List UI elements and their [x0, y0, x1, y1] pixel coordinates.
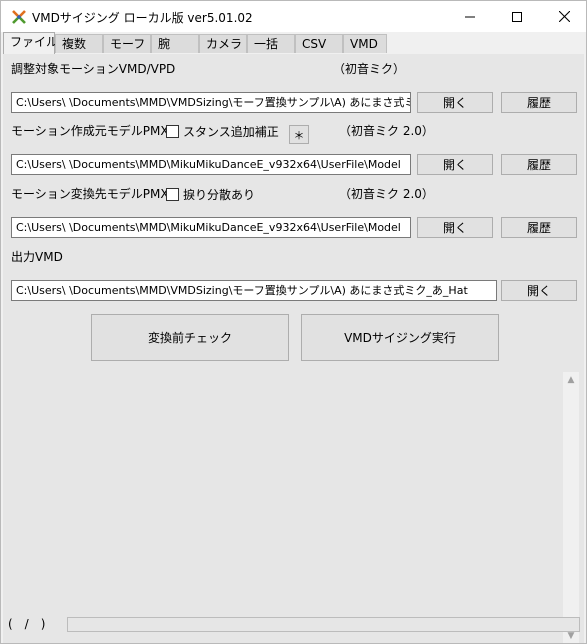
- target-model-name: （初音ミク 2.0）: [339, 187, 434, 201]
- minimize-icon: [465, 16, 475, 17]
- target-pmx-label: モーション変換先モデルPMX: [11, 187, 169, 201]
- motion-history-button[interactable]: 履歴: [501, 92, 577, 113]
- tab-morph[interactable]: モーフ: [103, 34, 151, 53]
- tab-bar: ファイル 複数 モーフ 腕 カメラ 一括 CSV VMD: [1, 32, 586, 54]
- motion-vmd-path-input[interactable]: C:\Users\ \Documents\MMD\VMDSizing\モーフ置換…: [11, 92, 411, 113]
- output-vmd-label: 出力VMD: [11, 250, 63, 264]
- motion-open-button[interactable]: 開く: [417, 92, 493, 113]
- tab-arm[interactable]: 腕: [151, 34, 199, 53]
- run-sizing-button[interactable]: VMDサイジング実行: [301, 314, 499, 361]
- tab-vmd[interactable]: VMD: [343, 34, 387, 53]
- output-open-button[interactable]: 開く: [501, 280, 577, 301]
- tab-camera[interactable]: カメラ: [199, 34, 247, 53]
- target-open-button[interactable]: 開く: [417, 217, 493, 238]
- source-pmx-label: モーション作成元モデルPMX: [11, 124, 169, 138]
- tab-bulk[interactable]: 一括: [247, 34, 295, 53]
- source-pmx-path-input[interactable]: C:\Users\ \Documents\MMD\MikuMikuDanceE_…: [11, 154, 411, 175]
- target-history-button[interactable]: 履歴: [501, 217, 577, 238]
- title-bar[interactable]: VMDサイジング ローカル版 ver5.01.02: [1, 1, 586, 32]
- tab-csv[interactable]: CSV: [295, 34, 343, 53]
- window-title: VMDサイジング ローカル版 ver5.01.02: [32, 11, 253, 25]
- stance-correction-label: スタンス追加補正: [183, 125, 279, 139]
- output-vmd-path-input[interactable]: C:\Users\ \Documents\MMD\VMDSizing\モーフ置換…: [11, 280, 497, 301]
- tab-multiple[interactable]: 複数: [55, 34, 103, 53]
- app-window: VMDサイジング ローカル版 ver5.01.02 ファイル 複数 モーフ 腕 …: [0, 0, 587, 644]
- motion-model-name: （初音ミク）: [333, 62, 406, 76]
- log-vertical-scrollbar[interactable]: ▲ ▼: [563, 372, 579, 643]
- log-console[interactable]: ▲ ▼ ◀ ▶: [11, 372, 579, 643]
- source-history-button[interactable]: 履歴: [501, 154, 577, 175]
- maximize-button[interactable]: [494, 1, 540, 32]
- progress-counter: ( / ): [8, 617, 46, 631]
- app-logo-icon: [12, 10, 26, 24]
- pre-conversion-check-button[interactable]: 変換前チェック: [91, 314, 289, 361]
- progress-bar: [67, 617, 580, 632]
- stance-correction-checkbox-box[interactable]: [166, 125, 179, 138]
- maximize-icon: [512, 11, 522, 22]
- minimize-button[interactable]: [447, 1, 493, 32]
- close-button[interactable]: [541, 1, 586, 32]
- tab-file[interactable]: ファイル: [3, 32, 58, 54]
- close-icon: [558, 11, 570, 22]
- twist-distribution-checkbox[interactable]: 捩り分散あり: [166, 186, 255, 203]
- stance-settings-button[interactable]: ＊: [289, 125, 309, 144]
- source-open-button[interactable]: 開く: [417, 154, 493, 175]
- twist-distribution-label: 捩り分散あり: [183, 188, 256, 202]
- target-pmx-path-input[interactable]: C:\Users\ \Documents\MMD\MikuMikuDanceE_…: [11, 217, 411, 238]
- source-model-name: （初音ミク 2.0）: [339, 124, 434, 138]
- scroll-up-icon[interactable]: ▲: [563, 372, 579, 388]
- stance-correction-checkbox[interactable]: スタンス追加補正: [166, 123, 279, 140]
- motion-vmd-label: 調整対象モーションVMD/VPD: [11, 62, 176, 76]
- file-tab-panel: 調整対象モーションVMD/VPD （初音ミク） C:\Users\ \Docum…: [3, 54, 584, 643]
- twist-distribution-checkbox-box[interactable]: [166, 188, 179, 201]
